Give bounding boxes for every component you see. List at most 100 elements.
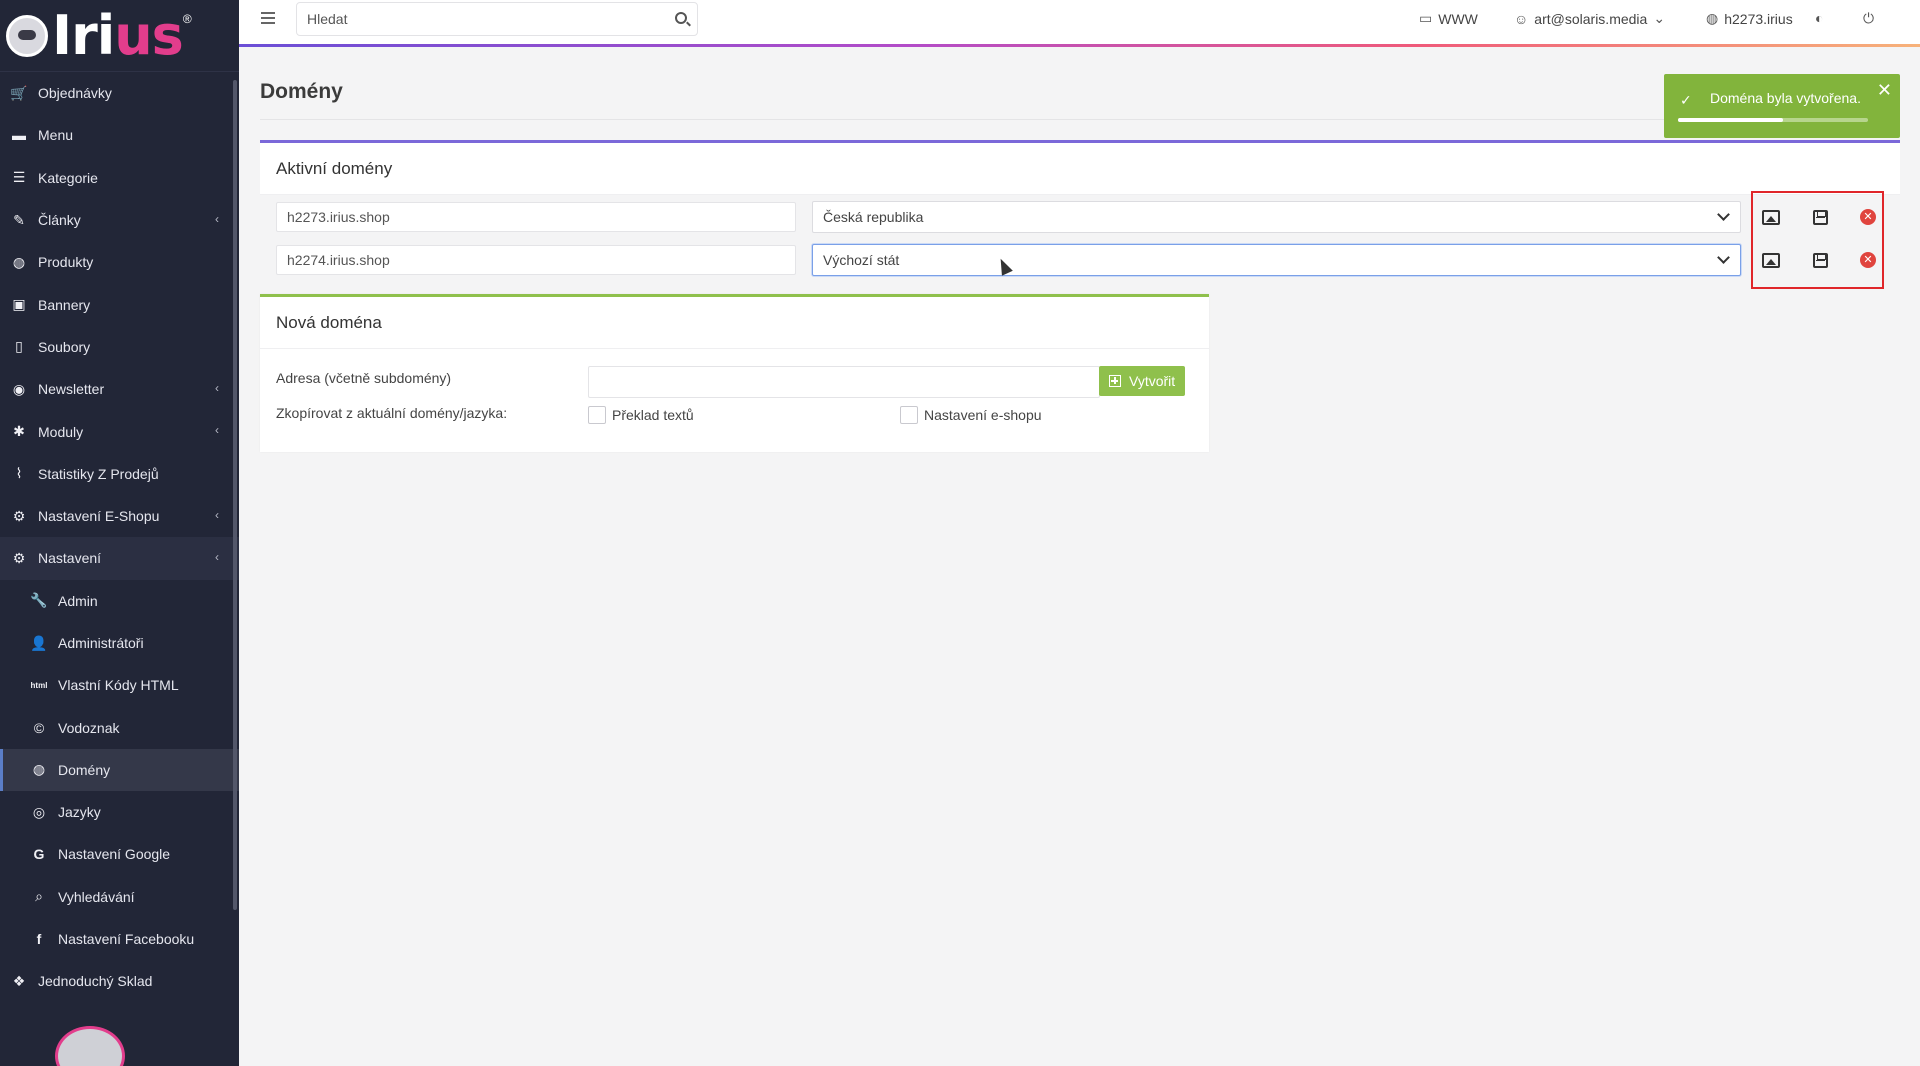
sidebar-item-label: Menu bbox=[38, 127, 74, 144]
sidebar-item-kategorie[interactable]: ☰ Kategorie bbox=[0, 157, 239, 199]
address-label: Adresa (včetně subdomény) bbox=[276, 370, 452, 386]
sidebar-item-label: Nastavení E-Shopu bbox=[38, 508, 160, 525]
user-label: art@solaris.media bbox=[1534, 10, 1648, 27]
topbar-gradient-line bbox=[239, 44, 1920, 47]
new-domain-card: Nová doména Adresa (včetně subdomény) Vy… bbox=[260, 294, 1209, 452]
sidebar-subitem-vyhledavani[interactable]: ⌕ Vyhledávání bbox=[0, 876, 239, 918]
sidebar-item-label: Vyhledávání bbox=[58, 888, 135, 905]
sidebar-item-label: Články bbox=[38, 212, 81, 229]
chevron-down-icon bbox=[1717, 208, 1730, 221]
translation-checkbox-label: Překlad textů bbox=[612, 407, 694, 423]
chevron-down-icon: ‹ bbox=[215, 550, 219, 565]
sidebar-subitem-admin[interactable]: 🔧 Admin bbox=[0, 580, 239, 622]
sidebar-item-label: Vodoznak bbox=[58, 719, 120, 736]
user-icon: ☺ bbox=[1514, 10, 1529, 27]
create-button[interactable]: Vytvořit bbox=[1099, 366, 1186, 396]
domain-label: h2273.irius bbox=[1724, 10, 1793, 27]
sidebar-item-label: Moduly bbox=[38, 423, 84, 440]
search-input[interactable]: Hledat bbox=[296, 2, 698, 36]
topbar: Hledat ▭ WWW ☺ art@solaris.media ⌄ ◍ h2273.i… bbox=[239, 0, 1920, 46]
puzzle-icon: ✱ bbox=[13, 423, 25, 440]
sidebar-item-soubory[interactable]: ▯ Soubory bbox=[0, 326, 239, 368]
title-divider bbox=[260, 119, 1900, 120]
cogs-icon: ⚙ bbox=[12, 507, 26, 524]
sidebar-item-newsletter[interactable]: ◉ Newsletter ‹ bbox=[0, 368, 239, 410]
sidebar-item-label: Statistiky Z Prodejů bbox=[38, 465, 159, 482]
domain-switcher[interactable]: ◍ h2273.irius bbox=[1706, 10, 1793, 27]
check-icon: ✓ bbox=[1680, 92, 1692, 108]
power-icon[interactable]: ⏻ bbox=[1863, 10, 1874, 27]
sidebar-item-label: Nastavení Google bbox=[58, 846, 171, 863]
facebook-icon: f bbox=[36, 931, 42, 948]
close-icon[interactable]: ✕ bbox=[1877, 80, 1892, 101]
sidebar-subitem-google[interactable]: G Nastavení Google bbox=[0, 833, 239, 875]
user-icon: 👤 bbox=[30, 634, 48, 651]
list-icon: ☰ bbox=[12, 169, 26, 186]
address-input[interactable] bbox=[588, 366, 1100, 398]
chevron-left-icon: ‹ bbox=[215, 381, 219, 396]
wrench-icon: 🔧 bbox=[30, 592, 48, 609]
logo-text: Irius bbox=[52, 3, 184, 67]
search-icon[interactable] bbox=[675, 12, 687, 24]
domain-field[interactable]: h2274.irius.shop bbox=[276, 245, 796, 275]
toast-progress-track bbox=[1678, 118, 1868, 122]
sidebar-item-menu[interactable]: ▬ Menu bbox=[0, 114, 239, 156]
eshop-settings-checkbox[interactable] bbox=[900, 406, 918, 424]
actions-highlight-box bbox=[1751, 191, 1884, 289]
folder-icon: ▬ bbox=[12, 127, 26, 144]
language-icon: ◎ bbox=[32, 803, 46, 820]
logo-mascot-icon bbox=[6, 14, 48, 57]
language-flag-icon[interactable]: ◐ bbox=[1815, 10, 1823, 26]
sidebar-item-statistiky[interactable]: ⌇ Statistiky Z Prodejů bbox=[0, 453, 239, 495]
sidebar-item-nastaveni-eshopu[interactable]: ⚙ Nastavení E-Shopu ‹ bbox=[0, 495, 239, 537]
active-domains-heading: Aktivní domény bbox=[260, 143, 1900, 195]
google-icon: G bbox=[33, 846, 45, 863]
logo-registered-mark: ® bbox=[182, 12, 192, 26]
copyright-icon: © bbox=[33, 719, 45, 736]
eshop-settings-checkbox-label: Nastavení e-shopu bbox=[924, 407, 1042, 423]
sidebar-subitem-domeny[interactable]: ◍ Domény bbox=[0, 748, 239, 792]
chevron-left-icon: ‹ bbox=[215, 423, 219, 438]
search-placeholder: Hledat bbox=[307, 11, 348, 27]
sidebar-subitem-jazyky[interactable]: ◎ Jazyky bbox=[0, 791, 239, 833]
logo[interactable]: Irius ® bbox=[0, 0, 239, 72]
chevron-left-icon: ‹ bbox=[215, 211, 219, 226]
html-icon: html bbox=[30, 680, 48, 690]
sidebar-item-label: Vlastní Kódy HTML bbox=[58, 677, 179, 694]
sidebar-item-label: Produkty bbox=[38, 254, 94, 271]
toast-progress-fill bbox=[1678, 118, 1783, 122]
sidebar-subitem-facebook[interactable]: f Nastavení Facebooku bbox=[0, 918, 239, 960]
sidebar-item-moduly[interactable]: ✱ Moduly ‹ bbox=[0, 410, 239, 452]
www-link[interactable]: ▭ WWW bbox=[1419, 10, 1478, 27]
sidebar-item-label: Newsletter bbox=[38, 381, 105, 398]
chevron-down-icon bbox=[1717, 251, 1730, 264]
sidebar-item-label: Nastavení Facebooku bbox=[58, 931, 195, 948]
sidebar-scrollbar[interactable] bbox=[233, 80, 237, 910]
sidebar-subitem-vodoznak[interactable]: © Vodoznak bbox=[0, 706, 239, 748]
sidebar-item-label: Nastavení bbox=[38, 550, 102, 567]
sidebar-item-clanky[interactable]: ✎ Články ‹ bbox=[0, 199, 239, 241]
sidebar-item-nastaveni[interactable]: ⚙ Nastavení ‹ bbox=[0, 537, 239, 580]
country-select[interactable]: Česká republika bbox=[812, 201, 1741, 233]
sidebar-nav: 🛒 Objednávky ▬ Menu ☰ Kategorie ✎ Články ‹ ◍ P… bbox=[0, 72, 239, 1003]
sidebar-subitem-administratori[interactable]: 👤 Administrátoři bbox=[0, 622, 239, 664]
translation-checkbox[interactable] bbox=[588, 406, 606, 424]
globe-icon: ◍ bbox=[32, 761, 46, 778]
sidebar-item-label: Soubory bbox=[38, 338, 91, 355]
new-domain-heading: Nová doména bbox=[260, 297, 1209, 349]
sidebar-item-produkty[interactable]: ◍ Produkty bbox=[0, 241, 239, 283]
image-icon: ▣ bbox=[12, 296, 26, 313]
sidebar-subitem-vlastni-kody[interactable]: html Vlastní Kódy HTML bbox=[0, 664, 239, 706]
cogs-icon: ⚙ bbox=[12, 549, 26, 566]
sidebar-item-objednavky[interactable]: 🛒 Objednávky bbox=[0, 72, 239, 114]
sidebar-item-jednoduchy-sklad[interactable]: ❖ Jednoduchý Sklad bbox=[0, 960, 239, 1002]
file-icon: ▯ bbox=[15, 338, 23, 355]
domain-field[interactable]: h2273.irius.shop bbox=[276, 202, 796, 232]
sidebar-item-label: Jednoduchý Sklad bbox=[38, 973, 153, 990]
sidebar-item-bannery[interactable]: ▣ Bannery bbox=[0, 283, 239, 325]
user-menu[interactable]: ☺ art@solaris.media ⌄ bbox=[1514, 10, 1665, 27]
hamburger-menu-icon[interactable] bbox=[261, 12, 275, 24]
cart-icon: 🛒 bbox=[10, 84, 28, 101]
sidebar-item-label: Domény bbox=[58, 761, 111, 778]
country-select[interactable]: Výchozí stát bbox=[812, 244, 1741, 276]
